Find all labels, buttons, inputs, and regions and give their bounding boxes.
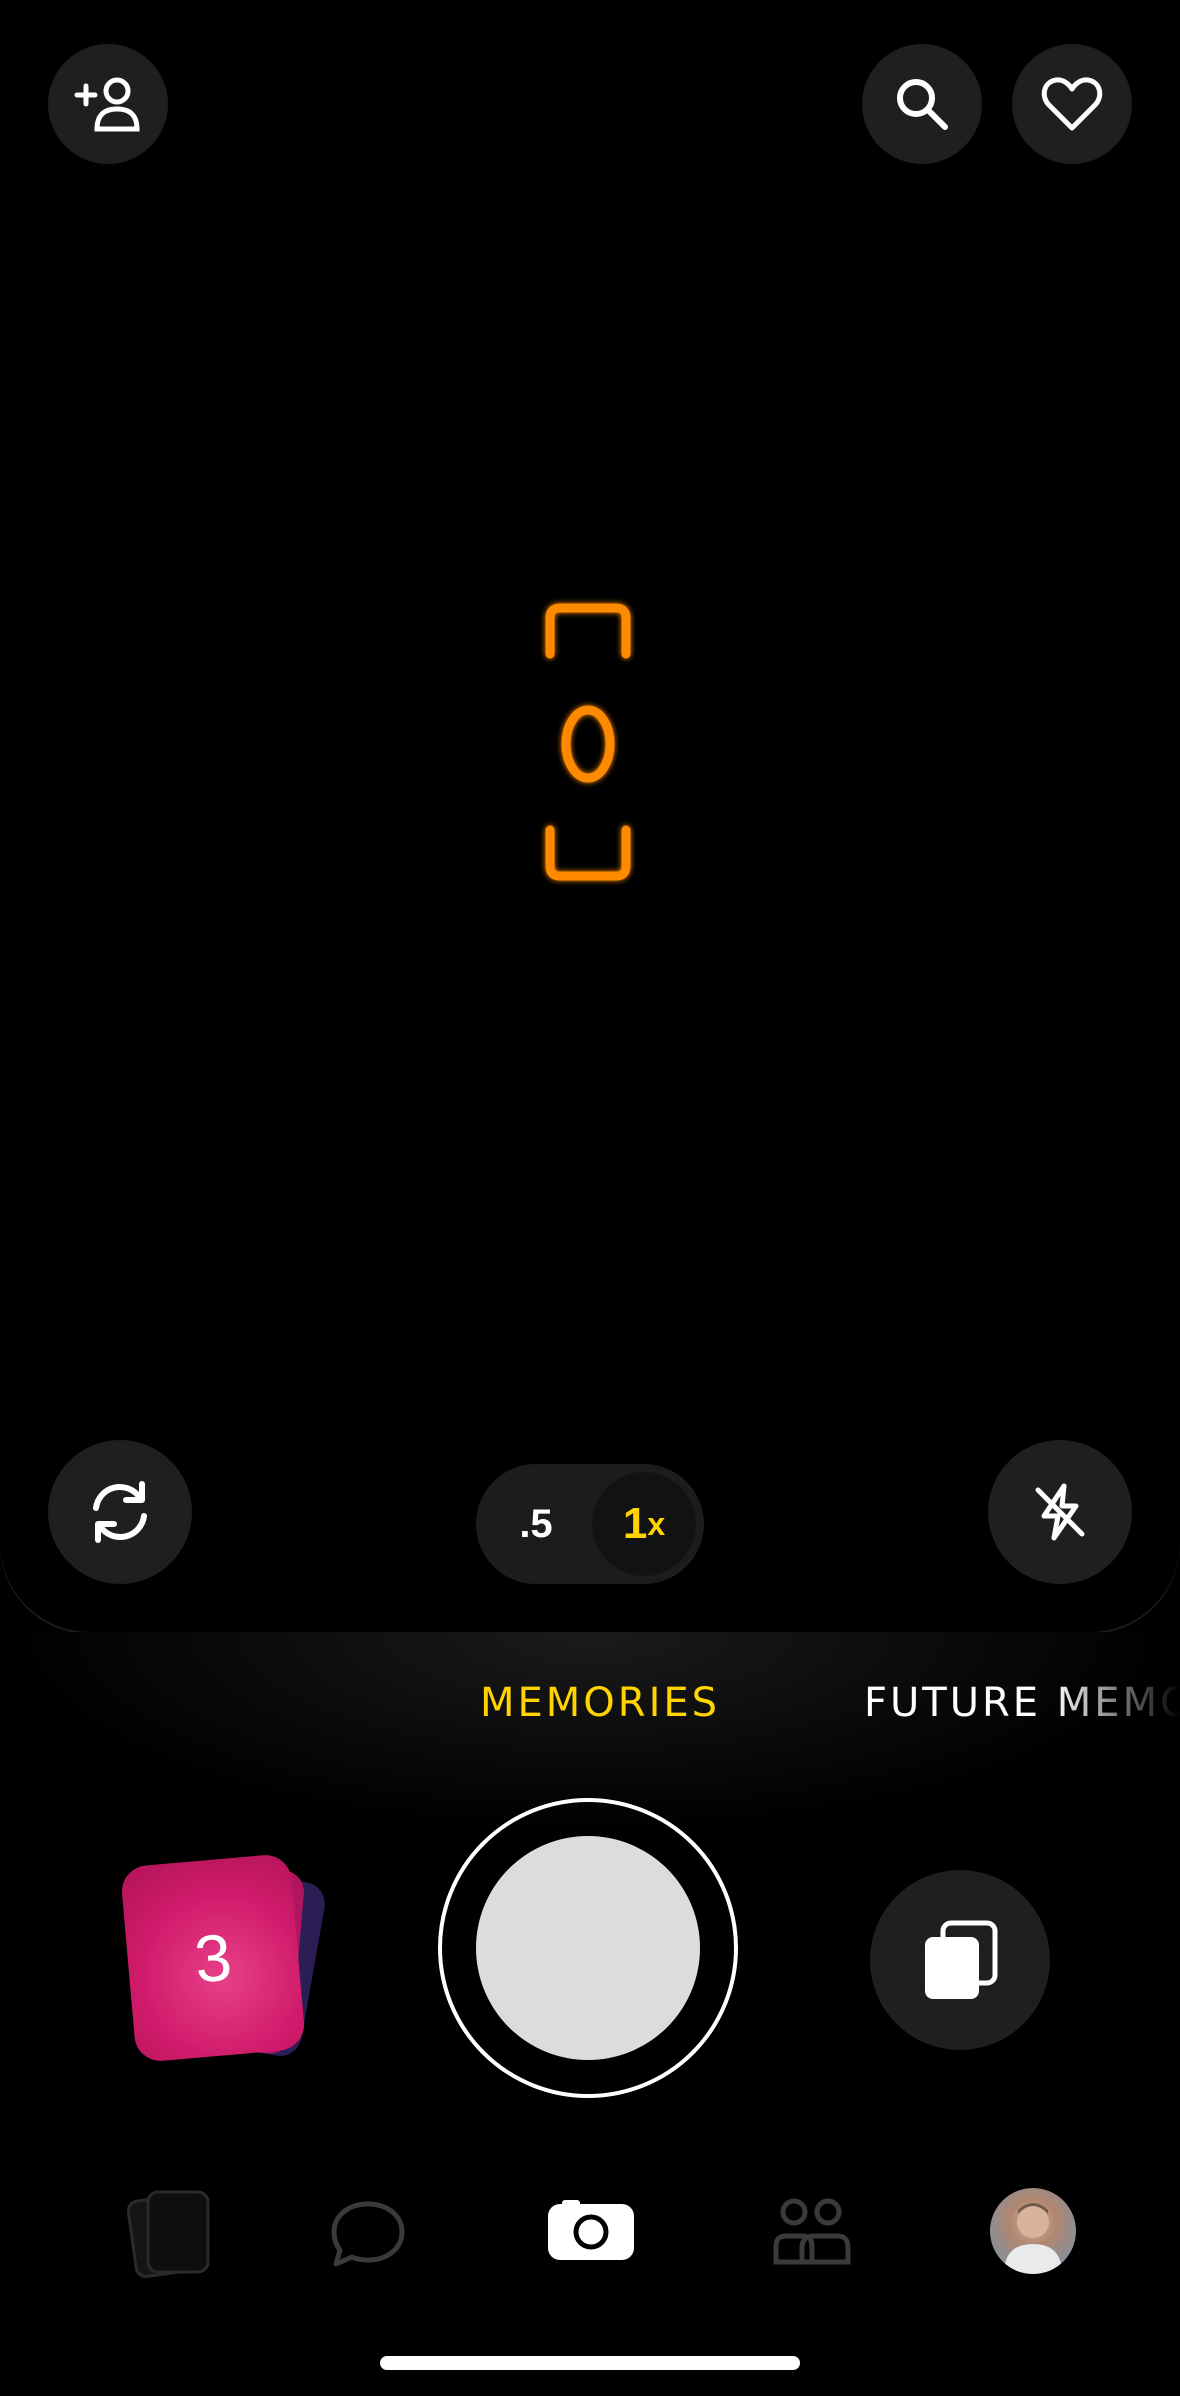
avatar <box>1004 2203 1062 2274</box>
focus-bracket-icon <box>545 603 631 881</box>
camera-tab[interactable] <box>546 2198 636 2262</box>
friends-tab[interactable] <box>772 2196 852 2268</box>
flash-button[interactable] <box>988 1440 1132 1584</box>
memories-count-badge: 3 <box>119 1852 307 2064</box>
memories-tab[interactable] <box>110 2182 220 2282</box>
add-friend-button[interactable] <box>48 44 168 164</box>
people-icon <box>773 2198 851 2265</box>
flip-camera-button[interactable] <box>48 1440 192 1584</box>
search-icon <box>897 79 948 130</box>
home-indicator <box>380 2356 800 2370</box>
zoom-option-0-5[interactable]: .5 <box>484 1472 588 1576</box>
chat-bubble-icon <box>331 2201 405 2267</box>
mode-future-memories[interactable]: FUTURE MEMORIES <box>864 1680 1180 1726</box>
shutter-inner <box>476 1836 700 2060</box>
chat-tab[interactable] <box>328 2198 408 2270</box>
shutter-button[interactable] <box>438 1798 738 2098</box>
tab-bar <box>0 2170 1180 2300</box>
mode-memories[interactable]: MEMORIES <box>480 1680 720 1726</box>
gallery-button[interactable] <box>870 1870 1050 2050</box>
camera-flip-icon <box>93 1481 147 1543</box>
memories-stack-button[interactable]: 3 <box>119 1852 329 2072</box>
photo-stack-icon <box>925 1920 998 1999</box>
flash-off-icon <box>1035 1483 1085 1541</box>
camera-icon <box>548 2200 634 2260</box>
heart-icon <box>1041 77 1103 131</box>
cards-icon <box>126 2190 210 2279</box>
profile-tab[interactable] <box>990 2188 1076 2274</box>
zoom-selector: .5 1x <box>476 1464 704 1584</box>
zoom-option-1x[interactable]: 1x <box>592 1472 696 1576</box>
search-button[interactable] <box>862 44 982 164</box>
person-plus-icon <box>74 77 140 132</box>
favorites-button[interactable] <box>1012 44 1132 164</box>
